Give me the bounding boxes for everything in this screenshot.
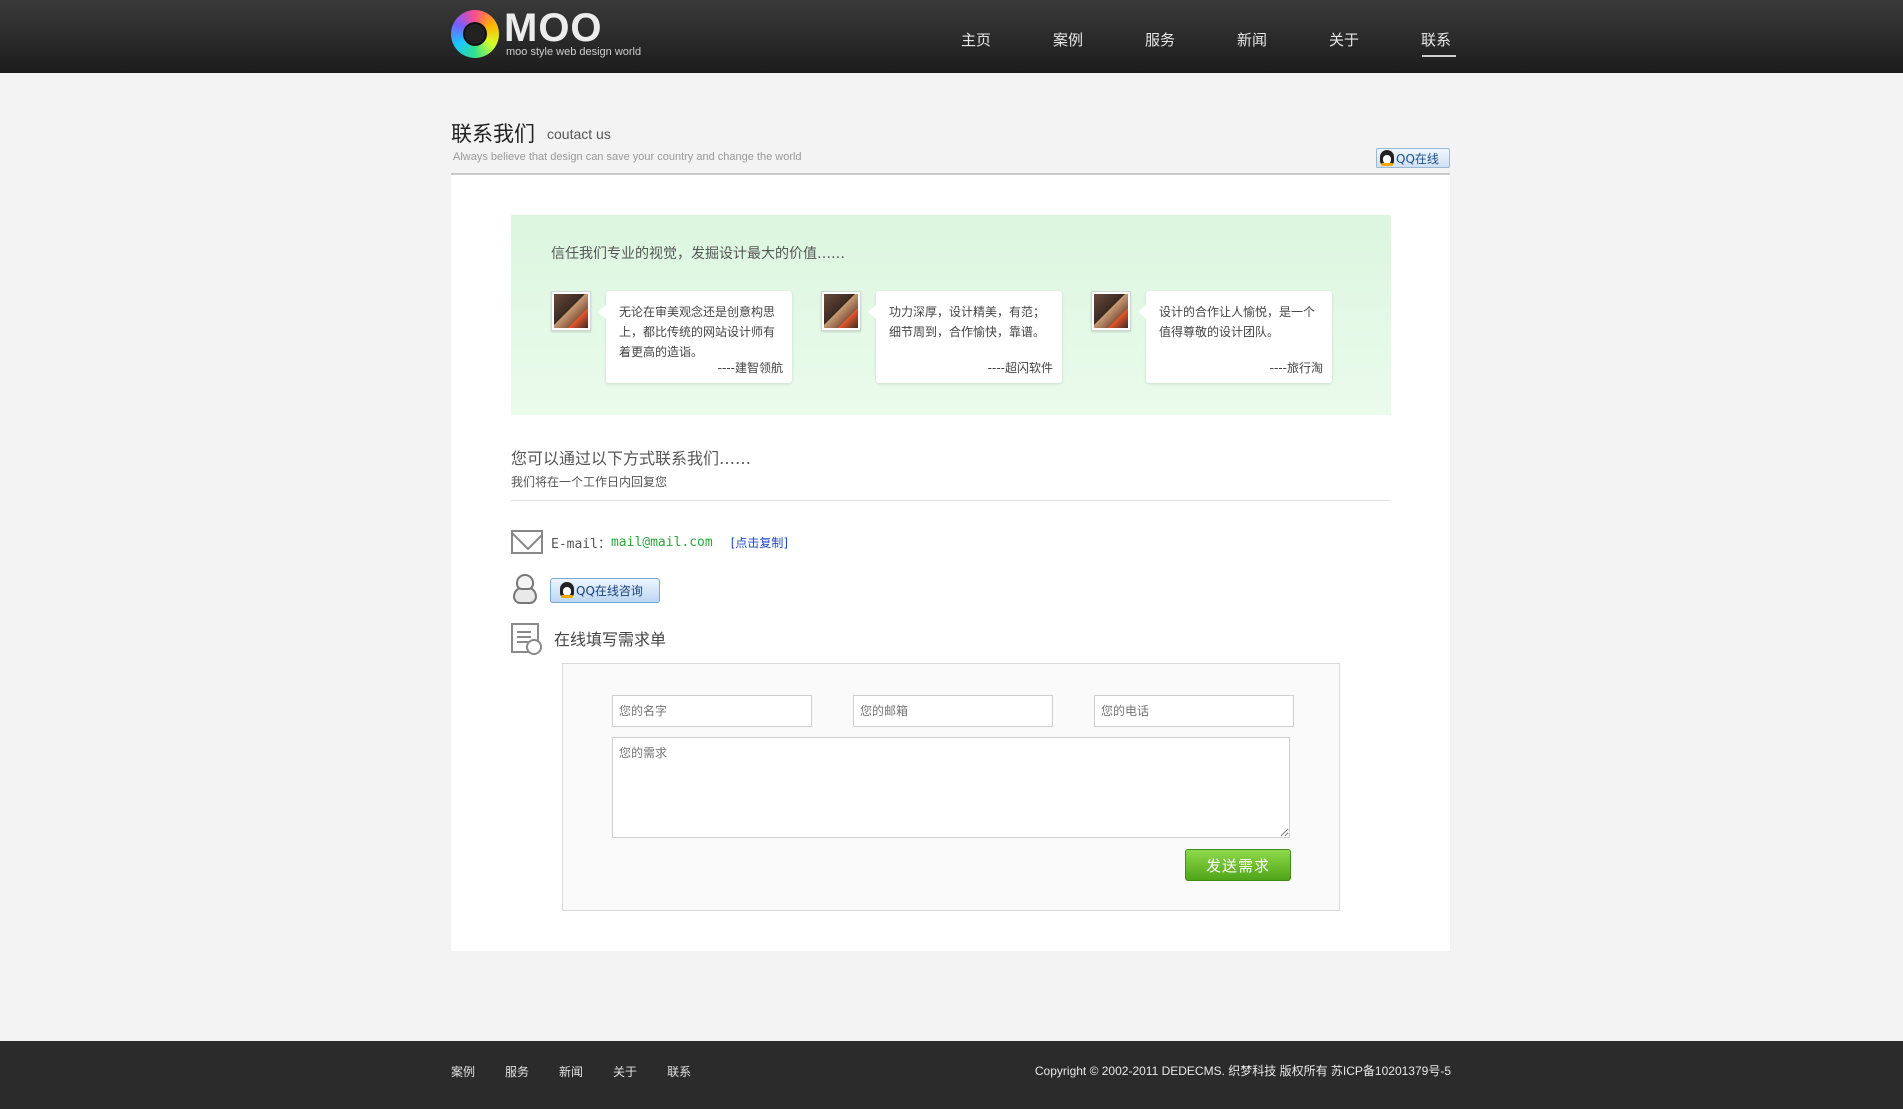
testimonial-bubble: 设计的合作让人愉悦，是一个值得尊敬的设计团队。 ----旅行淘	[1138, 291, 1332, 383]
footer-link-about[interactable]: 关于	[613, 1063, 637, 1080]
copyright: Copyright © 2002-2011 DEDECMS. 织梦科技 版权所有…	[1034, 1064, 1451, 1078]
qq-penguin-icon	[560, 582, 574, 598]
avatar	[1091, 291, 1131, 331]
name-field[interactable]	[612, 695, 812, 727]
qq-online-label: QQ在线	[1396, 151, 1439, 166]
contact-divider	[511, 500, 1391, 501]
nav-item-home[interactable]: 主页	[930, 0, 1022, 73]
qq-row: QQ在线咨询	[511, 573, 660, 607]
logo-subtitle: moo style web design world	[506, 46, 642, 58]
phone-field[interactable]	[1094, 695, 1294, 727]
testimonial-text: 设计的合作让人愉悦，是一个值得尊敬的设计团队。	[1159, 305, 1316, 339]
contact-title: 您可以通过以下方式联系我们……	[511, 449, 752, 468]
testimonial-author: ----旅行淘	[1269, 361, 1323, 375]
testimonial-author: ----建智领航	[717, 361, 783, 375]
nav-item-about[interactable]: 关于	[1298, 0, 1390, 73]
footer-link-contact[interactable]: 联系	[667, 1063, 691, 1080]
site-logo[interactable]: MOO moo style web design world	[451, 8, 651, 66]
form-document-icon	[511, 623, 542, 655]
testimonial-card: 功力深厚，设计精美，有范；细节周到，合作愉快，靠谱。 ----超闪软件	[821, 291, 1062, 386]
main-panel: 信任我们专业的视觉，发掘设计最大的价值…… 无论在审美观念还是创意构思上，都比传…	[451, 175, 1450, 951]
testimonial-text: 无论在审美观念还是创意构思上，都比传统的网站设计师有着更高的造诣。	[619, 305, 776, 359]
main-nav: 主页 案例 服务 新闻 关于 联系	[930, 0, 1482, 73]
testimonials-title: 信任我们专业的视觉，发掘设计最大的价值……	[551, 246, 845, 262]
avatar	[821, 291, 861, 331]
footer-link-news[interactable]: 新闻	[559, 1063, 583, 1080]
logo-title: MOO	[504, 6, 603, 50]
site-footer: 案例 服务 新闻 关于 联系 Copyright © 2002-2011 DED…	[0, 1041, 1903, 1109]
send-request-button[interactable]: 发送需求	[1185, 849, 1291, 881]
logo-ring-icon	[451, 10, 499, 58]
testimonial-text: 功力深厚，设计精美，有范；细节周到，合作愉快，靠谱。	[889, 305, 1046, 339]
email-address[interactable]: mail@mail.com	[611, 535, 713, 550]
form-title-row: 在线填写需求单	[511, 622, 667, 655]
qq-consult-button[interactable]: QQ在线咨询	[550, 577, 660, 603]
email-row: E-mail： mail@mail.com [点击复制]	[511, 529, 788, 555]
qq-online-button[interactable]: QQ在线	[1376, 148, 1450, 168]
testimonials-panel: 信任我们专业的视觉，发掘设计最大的价值…… 无论在审美观念还是创意构思上，都比传…	[511, 215, 1391, 415]
avatar	[551, 291, 591, 331]
page-slogan: Always believe that design can save your…	[453, 151, 802, 163]
testimonial-card: 无论在审美观念还是创意构思上，都比传统的网站设计师有着更高的造诣。 ----建智…	[551, 291, 792, 386]
qq-consult-label: QQ在线咨询	[576, 583, 643, 598]
page-title-en: coutact us	[547, 126, 611, 142]
form-title: 在线填写需求单	[554, 630, 667, 649]
site-header: MOO moo style web design world 主页 案例 服务 …	[0, 0, 1903, 73]
page-title: 联系我们	[451, 122, 535, 146]
email-field[interactable]	[853, 695, 1053, 727]
footer-nav: 案例 服务 新闻 关于 联系	[451, 1041, 721, 1101]
footer-link-services[interactable]: 服务	[505, 1063, 529, 1080]
testimonial-author: ----超闪软件	[987, 361, 1053, 375]
email-label: E-mail：	[551, 536, 611, 552]
footer-link-cases[interactable]: 案例	[451, 1063, 475, 1080]
request-textarea[interactable]	[612, 737, 1290, 838]
contact-heading: 您可以通过以下方式联系我们…… 我们将在一个工作日内回复您	[511, 445, 751, 490]
request-form: 发送需求	[562, 663, 1340, 911]
contact-subtitle: 我们将在一个工作日内回复您	[511, 475, 668, 489]
testimonial-bubble: 功力深厚，设计精美，有范；细节周到，合作愉快，靠谱。 ----超闪软件	[868, 291, 1062, 383]
mail-icon	[511, 530, 543, 554]
nav-item-news[interactable]: 新闻	[1206, 0, 1298, 73]
page-heading: 联系我们 coutact us Always believe that desi…	[451, 118, 1450, 174]
nav-item-contact[interactable]: 联系	[1390, 0, 1482, 73]
qq-penguin-icon	[1380, 150, 1394, 166]
testimonial-card: 设计的合作让人愉悦，是一个值得尊敬的设计团队。 ----旅行淘	[1091, 291, 1332, 386]
copy-email-link[interactable]: [点击复制]	[731, 534, 788, 551]
qq-penguin-icon	[511, 574, 539, 606]
testimonial-bubble: 无论在审美观念还是创意构思上，都比传统的网站设计师有着更高的造诣。 ----建智…	[598, 291, 792, 383]
nav-item-services[interactable]: 服务	[1114, 0, 1206, 73]
nav-item-cases[interactable]: 案例	[1022, 0, 1114, 73]
